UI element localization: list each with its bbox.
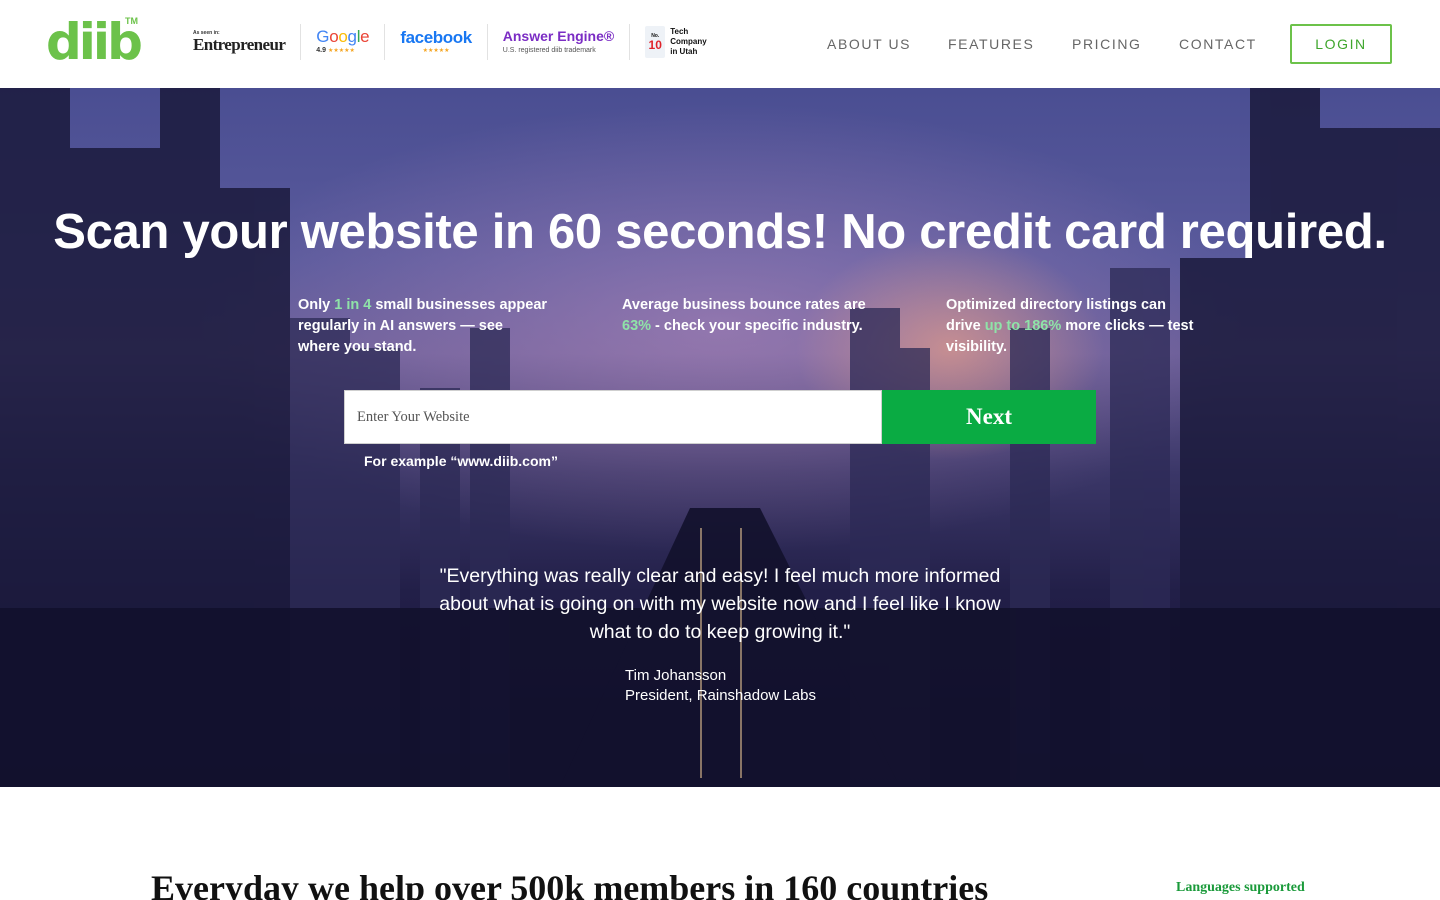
stat-highlight: up to 186% (984, 318, 1062, 334)
rating-stars-icon: ★★★★★ (327, 48, 355, 54)
tech-company-text: Tech Company in Utah (670, 27, 706, 57)
google-badge: Google 4.9 ★★★★★ (301, 24, 386, 60)
stat-ai-answers: Only 1 in 4 small businesses appear regu… (298, 295, 548, 358)
press-logos: As seen in: Entrepreneur Google 4.9 ★★★★… (190, 22, 722, 62)
nav-features[interactable]: FEATURES (948, 34, 1034, 54)
languages-supported-label: Languages supported (1176, 880, 1305, 895)
tech-line-3: in Utah (670, 47, 698, 56)
nav-pricing[interactable]: PRICING (1072, 34, 1142, 54)
hero-section: Scan your website in 60 seconds! No cred… (0, 88, 1440, 787)
website-url-input[interactable] (344, 390, 882, 444)
tech-line-2: Company (670, 37, 707, 46)
stat-text: Only (298, 297, 335, 313)
testimonial-author: Tim Johansson (625, 667, 727, 684)
google-logo: Google (316, 27, 370, 46)
entrepreneur-logo: Entrepreneur (193, 35, 286, 54)
stat-bounce-rate: Average business bounce rates are 63% - … (622, 295, 872, 337)
testimonial-quote: "Everything was really clear and easy! I… (439, 565, 1001, 643)
facebook-logo: facebook (400, 28, 472, 47)
google-rating-value: 4.9 (316, 47, 327, 54)
tech-line-1: Tech (670, 27, 689, 36)
nav-about-us[interactable]: ABOUT US (827, 34, 911, 54)
stat-highlight: 63% (622, 318, 652, 334)
members-heading: Everyday we help over 500k members in 16… (151, 868, 989, 900)
no10-badge-icon: No. 10 (645, 26, 666, 58)
stat-text: - check your specific industry. (651, 318, 863, 334)
logo-tm: TM (125, 16, 138, 26)
answer-engine-sub: U.S. registered diib trademark (502, 47, 596, 54)
hero-title: Scan your website in 60 seconds! No cred… (53, 205, 1387, 259)
example-hint: For example “www.diib.com” (364, 453, 558, 469)
nav-contact[interactable]: CONTACT (1179, 34, 1257, 54)
google-rating: 4.9 ★★★★★ (316, 46, 369, 56)
stat-directory-listings: Optimized directory listings can drive u… (946, 295, 1196, 358)
stat-text: Average business bounce rates are (622, 297, 866, 313)
testimonial-role: President, Rainshadow Labs (625, 687, 816, 704)
entrepreneur-badge: As seen in: Entrepreneur (190, 24, 302, 60)
facebook-stars-icon: ★★★★★ (422, 48, 450, 54)
answer-engine-logo: Answer Engine® (502, 28, 615, 44)
answer-engine-badge: Answer Engine® U.S. registered diib trad… (488, 24, 631, 60)
badge-rank: 10 (648, 38, 662, 52)
site-header: diib TM As seen in: Entrepreneur Google … (0, 0, 1440, 88)
facebook-badge: facebook ★★★★★ (385, 24, 488, 60)
login-button[interactable]: LOGIN (1290, 24, 1392, 64)
diib-logo[interactable]: diib TM (46, 14, 143, 72)
tech-company-badge: No. 10 Tech Company in Utah (630, 24, 721, 60)
stat-highlight: 1 in 4 (334, 297, 372, 313)
next-button[interactable]: Next (882, 390, 1096, 444)
